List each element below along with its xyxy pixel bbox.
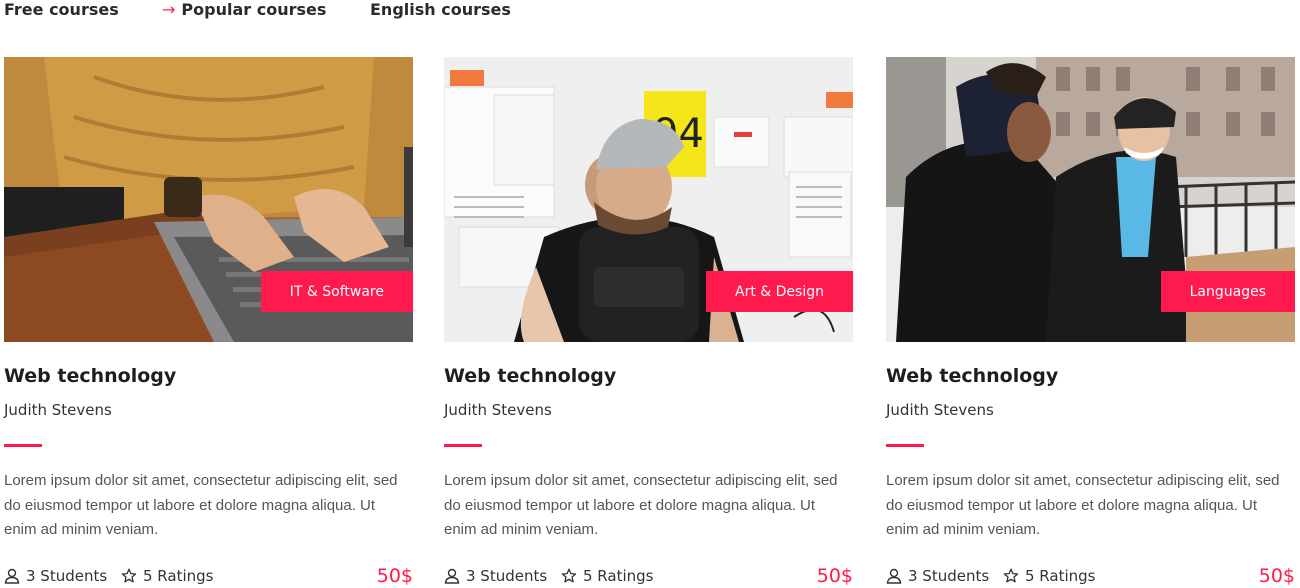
course-card: Languages Web technology Judith Stevens … — [886, 57, 1295, 588]
accent-divider — [4, 444, 42, 447]
user-icon — [444, 568, 460, 584]
tab-english-courses[interactable]: English courses — [370, 0, 511, 19]
active-arrow-icon: → — [162, 0, 176, 19]
category-badge[interactable]: IT & Software — [260, 271, 413, 312]
ratings-label: 5 Ratings — [143, 567, 214, 585]
course-title[interactable]: Web technology — [4, 365, 176, 387]
students-label: 3 Students — [26, 567, 108, 585]
star-icon — [121, 568, 137, 583]
star-icon — [561, 568, 577, 583]
tab-free-courses-label: Free courses — [4, 0, 119, 19]
user-icon — [886, 568, 902, 584]
ratings-count: 5 Ratings — [1003, 567, 1096, 585]
course-meta: 3 Students 5 Ratings 50$ — [4, 565, 413, 588]
course-card: IT & Software Web technology Judith Stev… — [4, 57, 413, 588]
course-meta: 3 Students 5 Ratings 50$ — [444, 565, 853, 588]
ratings-count: 5 Ratings — [561, 567, 654, 585]
course-price: 50$ — [816, 565, 853, 587]
category-badge[interactable]: Languages — [1160, 271, 1295, 312]
ratings-label: 5 Ratings — [1025, 567, 1096, 585]
course-description: Lorem ipsum dolor sit amet, consectetur … — [444, 472, 838, 538]
students-count: 3 Students — [444, 567, 547, 585]
course-image[interactable]: Languages — [886, 57, 1295, 342]
course-title[interactable]: Web technology — [886, 365, 1058, 387]
accent-divider — [886, 444, 924, 447]
course-price: 50$ — [1258, 565, 1295, 587]
students-count: 3 Students — [886, 567, 989, 585]
course-meta: 3 Students 5 Ratings 50$ — [886, 565, 1295, 588]
course-card: 94 Art & Design Web technology Judith St… — [444, 57, 853, 588]
accent-divider — [444, 444, 482, 447]
tab-popular-courses[interactable]: → Popular courses — [162, 0, 370, 19]
course-description: Lorem ipsum dolor sit amet, consectetur … — [4, 472, 398, 538]
star-icon — [1003, 568, 1019, 583]
tab-popular-courses-label: Popular courses — [181, 0, 327, 19]
students-label: 3 Students — [908, 567, 990, 585]
course-price: 50$ — [376, 565, 413, 587]
course-filter-tabs: Free courses → Popular courses English c… — [4, 0, 511, 22]
students-label: 3 Students — [466, 567, 548, 585]
ratings-count: 5 Ratings — [121, 567, 214, 585]
tab-english-courses-label: English courses — [370, 0, 511, 19]
course-author: Judith Stevens — [886, 401, 994, 419]
course-image[interactable]: 94 Art & Design — [444, 57, 853, 342]
user-icon — [4, 568, 20, 584]
tab-free-courses[interactable]: Free courses — [4, 0, 162, 19]
course-title[interactable]: Web technology — [444, 365, 616, 387]
course-author: Judith Stevens — [4, 401, 112, 419]
course-description: Lorem ipsum dolor sit amet, consectetur … — [886, 472, 1280, 538]
course-image[interactable]: IT & Software — [4, 57, 413, 342]
ratings-label: 5 Ratings — [583, 567, 654, 585]
course-author: Judith Stevens — [444, 401, 552, 419]
category-badge[interactable]: Art & Design — [706, 271, 853, 312]
students-count: 3 Students — [4, 567, 107, 585]
